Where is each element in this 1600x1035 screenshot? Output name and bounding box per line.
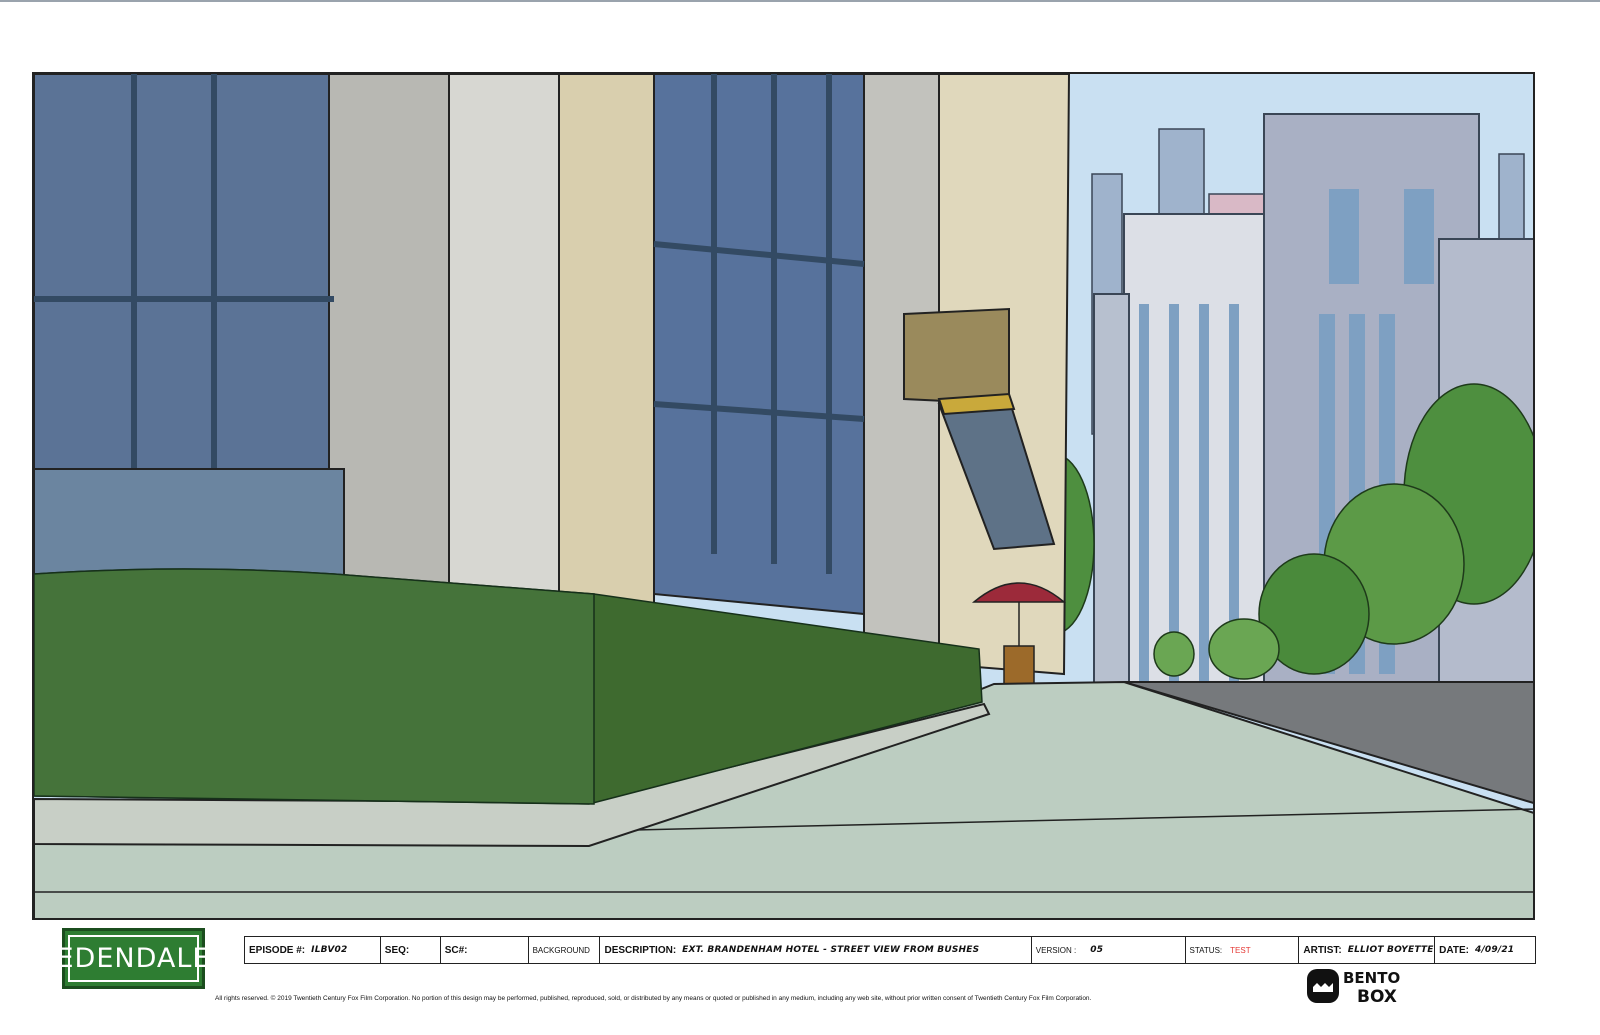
seq-label: SEQ:	[384, 944, 410, 956]
edendale-logo-text: EDENDALE	[57, 935, 210, 982]
scene-cell: SC#:	[441, 937, 529, 963]
episode-label: EPISODE #:	[249, 944, 306, 956]
scene-label: SC#:	[444, 944, 468, 956]
status-value: TEST	[1230, 945, 1251, 955]
background-artwork	[32, 72, 1535, 920]
production-slate: EPISODE #: ILBV02 SEQ: SC#: BACKGROUND D…	[244, 936, 1536, 964]
top-rule	[0, 0, 1600, 2]
artist-cell: ARTIST: ELLIOT BOYETTE	[1299, 937, 1436, 963]
version-cell: VERSION : 05	[1032, 937, 1186, 963]
episode-cell: EPISODE #: ILBV02	[245, 937, 381, 963]
type-label: BACKGROUND	[532, 945, 590, 955]
date-value: 4/09/21	[1474, 945, 1515, 955]
version-value: 05	[1090, 945, 1104, 955]
date-label: DATE:	[1439, 944, 1469, 956]
svg-text:BENTO: BENTO	[1343, 969, 1400, 987]
street-scene-illustration	[34, 74, 1533, 918]
seq-cell: SEQ:	[381, 937, 441, 963]
status-label: STATUS:	[1189, 945, 1223, 955]
svg-text:BOX: BOX	[1357, 987, 1397, 1007]
bento-box-logo-mark: BENTO BOX	[1307, 969, 1400, 1007]
bento-box-logo: BENTO BOX	[1305, 965, 1420, 1007]
edendale-logo: EDENDALE	[57, 928, 210, 989]
episode-value: ILBV02	[311, 945, 348, 955]
copyright-notice: All rights reserved. © 2019 Twentieth Ce…	[215, 995, 1092, 1002]
date-cell: DATE: 4/09/21	[1435, 937, 1535, 963]
description-label: DESCRIPTION:	[604, 944, 677, 956]
status-cell: STATUS: TEST	[1186, 937, 1300, 963]
description-value: EXT. BRANDENHAM HOTEL - STREET VIEW FROM…	[682, 945, 980, 955]
artist-value: ELLIOT BOYETTE	[1347, 945, 1434, 955]
version-label: VERSION :	[1035, 945, 1077, 955]
type-cell: BACKGROUND	[529, 937, 601, 963]
artist-label: ARTIST:	[1303, 944, 1342, 956]
description-cell: DESCRIPTION: EXT. BRANDENHAM HOTEL - STR…	[600, 937, 1032, 963]
